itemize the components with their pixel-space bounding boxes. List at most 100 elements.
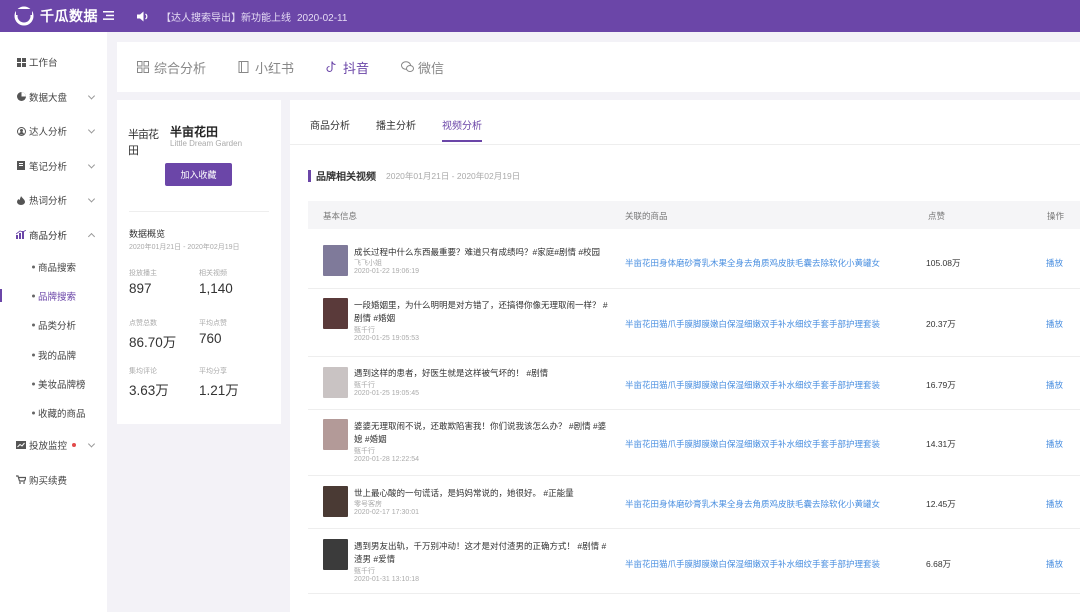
play-link[interactable]: 播放 bbox=[1046, 558, 1063, 570]
tab-douyin[interactable]: 抖音 bbox=[326, 58, 369, 77]
stat-label: 相关视频 bbox=[199, 270, 227, 277]
video-title[interactable]: 婆婆无理取闹不说，还敢欺陷害我！你们说我该怎么办？ #剧情 #婆媳 #婚姻 bbox=[354, 420, 610, 446]
stat-item: 平均分享 1.21万 bbox=[199, 366, 269, 399]
video-title[interactable]: 世上最心酸的一句谎话，是妈妈常说的，她很好。 #正能量 bbox=[354, 487, 610, 500]
sidebar-subitem-category-analysis[interactable]: 品类分析 bbox=[0, 311, 107, 340]
video-thumbnail[interactable] bbox=[323, 245, 348, 276]
sidebar-item-label: 笔记分析 bbox=[29, 161, 68, 173]
sidebar-item-hotwords[interactable]: 热词分析 bbox=[0, 183, 107, 218]
column-header: 关联的商品 bbox=[625, 211, 668, 221]
table-row[interactable]: 世上最心酸的一句谎话，是妈妈常说的，她很好。 #正能量 零号客房 2020-02… bbox=[308, 476, 1080, 529]
video-author[interactable]: 甄千行 bbox=[354, 566, 375, 576]
stat-value: 1.21万 bbox=[199, 383, 239, 398]
video-title[interactable]: 成长过程中什么东西最重要？难道只有成绩吗？#家庭#剧情 #校园 bbox=[354, 246, 610, 259]
tab-xiaohongshu[interactable]: 小红书 bbox=[238, 58, 294, 77]
video-time: 2020-01-25 19:05:45 bbox=[354, 390, 419, 397]
video-author[interactable]: 甄千行 bbox=[354, 446, 375, 456]
video-thumbnail[interactable] bbox=[323, 486, 348, 517]
related-product-link[interactable]: 半亩花田猫爪手膜脚膜嫩白保湿细嫩双手补水细纹手套手部护理套装 bbox=[625, 558, 880, 570]
sidebar-subitem-beauty-ranking[interactable]: 美妆品牌榜 bbox=[0, 369, 107, 398]
tab-label: 综合分析 bbox=[154, 60, 207, 76]
video-thumbnail[interactable] bbox=[323, 367, 348, 398]
sidebar-item-label: 数据大盘 bbox=[29, 92, 68, 104]
related-product-link[interactable]: 半亩花田身体磨砂膏乳木果全身去角质鸡皮肤毛囊去除软化小黄罐女 bbox=[625, 257, 880, 269]
related-product-link[interactable]: 半亩花田身体磨砂膏乳木果全身去角质鸡皮肤毛囊去除软化小黄罐女 bbox=[625, 498, 880, 510]
cart-icon bbox=[16, 475, 26, 485]
stat-label: 平均点赞 bbox=[199, 320, 227, 327]
notice-banner[interactable]: 【达人搜索导出】新功能上线 2020-02-11 bbox=[161, 9, 347, 24]
sidebar-item-dashboard[interactable]: 数据大盘 bbox=[0, 80, 107, 115]
related-product-link[interactable]: 半亩花田猫爪手膜脚膜嫩白保湿细嫩双手补水细纹手套手部护理套装 bbox=[625, 318, 880, 330]
sidebar-subitem-brand-search[interactable]: 品牌搜索 bbox=[0, 281, 107, 310]
video-title[interactable]: 遇到男友出轨，千万别冲动！这才是对付渣男的正确方式！ #剧情 #渣男 #爱情 bbox=[354, 540, 610, 566]
play-link[interactable]: 播放 bbox=[1046, 438, 1063, 450]
sidebar-subitem-label: 品牌搜索 bbox=[38, 291, 77, 303]
logo-icon bbox=[14, 6, 34, 26]
content-panel: 商品分析 播主分析 视频分析 品牌相关视频 2020年01月21日 - 2020… bbox=[290, 100, 1080, 612]
sidebar-item-purchase[interactable]: 购买续费 bbox=[0, 462, 107, 497]
table-row[interactable]: 婆婆无理取闹不说，还敢欺陷害我！你们说我该怎么办？ #剧情 #婆媳 #婚姻 甄千… bbox=[308, 410, 1080, 476]
video-author[interactable]: 甄千行 bbox=[354, 380, 375, 390]
video-author[interactable]: 甄千行 bbox=[354, 325, 375, 335]
tab-wechat[interactable]: 微信 bbox=[401, 58, 444, 77]
overview-title: 数据概览 bbox=[129, 229, 166, 239]
fire-icon bbox=[16, 195, 26, 205]
sidebar-item-influencer[interactable]: 达人分析 bbox=[0, 114, 107, 149]
video-thumbnail[interactable] bbox=[323, 539, 348, 570]
sidebar-item-products[interactable]: 商品分析 bbox=[0, 218, 107, 253]
video-title[interactable]: 遇到这样的患者，好医生就是这样被气坏的！ #剧情 bbox=[354, 367, 610, 380]
add-favorite-button[interactable]: 加入收藏 bbox=[165, 163, 232, 186]
video-author[interactable]: 零号客房 bbox=[354, 499, 382, 509]
overview-range: 2020年01月21日 - 2020年02月19日 bbox=[129, 244, 240, 251]
likes-count: 12.45万 bbox=[926, 499, 956, 509]
table-row[interactable]: 一段婚姻里，为什么明明是对方错了，还搞得你像无理取闹一样？ #剧情 #婚姻 甄千… bbox=[308, 289, 1080, 357]
stat-label: 点赞总数 bbox=[129, 320, 157, 327]
related-product-link[interactable]: 半亩花田猫爪手膜脚膜嫩白保湿细嫩双手补水细纹手套手部护理套装 bbox=[625, 379, 880, 391]
video-time: 2020-02-17 17:30:01 bbox=[354, 509, 419, 516]
likes-count: 105.08万 bbox=[926, 258, 961, 268]
video-thumbnail[interactable] bbox=[323, 298, 348, 329]
tab-overall-analysis[interactable]: 综合分析 bbox=[137, 58, 206, 77]
stat-label: 投放播主 bbox=[129, 270, 157, 277]
video-time: 2020-01-28 12:22:54 bbox=[354, 456, 419, 463]
sidebar-subitem-product-search[interactable]: 商品搜索 bbox=[0, 252, 107, 281]
tab-video-analysis[interactable]: 视频分析 bbox=[442, 117, 482, 142]
tab-label: 抖音 bbox=[343, 60, 370, 76]
section-marker bbox=[308, 169, 311, 182]
stat-item: 投放播主 897 bbox=[129, 268, 199, 296]
play-link[interactable]: 播放 bbox=[1046, 498, 1063, 510]
chevron-down-icon bbox=[87, 92, 96, 100]
table-row[interactable]: 遇到男友出轨，千万别冲动！这才是对付渣男的正确方式！ #剧情 #渣男 #爱情 甄… bbox=[308, 529, 1080, 594]
video-thumbnail[interactable] bbox=[323, 419, 348, 450]
video-author[interactable]: 飞飞小姐 bbox=[354, 258, 382, 268]
sidebar-item-notes[interactable]: 笔记分析 bbox=[0, 149, 107, 184]
app-logo[interactable]: 千瓜数据 bbox=[0, 6, 107, 26]
menu-toggle-icon[interactable] bbox=[103, 9, 123, 23]
tab-label: 微信 bbox=[418, 60, 445, 76]
video-title[interactable]: 一段婚姻里，为什么明明是对方错了，还搞得你像无理取闹一样？ #剧情 #婚姻 bbox=[354, 299, 610, 325]
stat-value: 3.63万 bbox=[129, 383, 169, 398]
table-row[interactable]: 遇到这样的患者，好医生就是这样被气坏的！ #剧情 甄千行 2020-01-25 … bbox=[308, 357, 1080, 410]
likes-count: 20.37万 bbox=[926, 319, 956, 329]
sidebar-subitem-favorite-products[interactable]: 收藏的商品 bbox=[0, 398, 107, 427]
table-row[interactable]: 成长过程中什么东西最重要？难道只有成绩吗？#家庭#剧情 #校园 飞飞小姐 202… bbox=[308, 229, 1080, 289]
influencer-icon bbox=[16, 126, 26, 136]
stat-value: 1,140 bbox=[199, 281, 233, 296]
play-link[interactable]: 播放 bbox=[1046, 379, 1063, 391]
sidebar-item-monitor[interactable]: 投放监控 bbox=[0, 428, 107, 463]
play-link[interactable]: 播放 bbox=[1046, 257, 1063, 269]
sidebar-subitem-my-brand[interactable]: 我的品牌 bbox=[0, 340, 107, 369]
tab-streamer-analysis[interactable]: 播主分析 bbox=[376, 117, 416, 142]
sidebar-item-workbench[interactable]: 工作台 bbox=[0, 45, 107, 80]
brand-logo: 半亩花田 bbox=[128, 128, 159, 157]
stat-item: 相关视频 1,140 bbox=[199, 268, 269, 296]
chevron-down-icon bbox=[87, 440, 96, 448]
play-link[interactable]: 播放 bbox=[1046, 318, 1063, 330]
stat-value: 760 bbox=[199, 331, 222, 346]
tab-product-analysis[interactable]: 商品分析 bbox=[310, 117, 350, 142]
related-product-link[interactable]: 半亩花田猫爪手膜脚膜嫩白保湿细嫩双手补水细纹手套手部护理套装 bbox=[625, 438, 880, 450]
stat-value: 897 bbox=[129, 281, 152, 296]
sidebar-subitem-label: 品类分析 bbox=[38, 321, 77, 333]
notification-dot bbox=[72, 443, 77, 448]
video-time: 2020-01-22 19:06:19 bbox=[354, 268, 419, 275]
